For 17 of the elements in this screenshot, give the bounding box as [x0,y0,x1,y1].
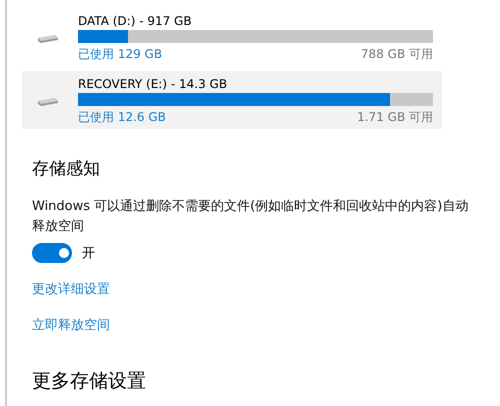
used-space: 已使用 12.6 GB [78,108,166,124]
drive-icon [37,34,59,44]
toggle-label: 开 [82,245,95,262]
drive-name: DATA (D:) - 917 GB [78,12,193,28]
settings-link[interactable]: 更改详细设置 [32,281,110,299]
section-title: 更多存储设置 [31,369,147,393]
free-space: 788 GB 可用 [360,46,433,62]
free-space: 1.71 GB 可用 [357,108,433,124]
settings-link[interactable]: 立即释放空间 [32,317,110,335]
used-space: 已使用 129 GB [78,46,162,62]
toggle-switch[interactable] [32,243,72,263]
section-title: 存储感知 [32,158,101,181]
drive-icon [37,97,59,107]
drive-item[interactable]: DATA (D:) - 917 GB 已使用 129 GB 788 GB 可用 [22,8,442,66]
drive-name: RECOVERY (E:) - 14.3 GB [78,76,228,92]
drive-item[interactable]: RECOVERY (E:) - 14.3 GB 已使用 12.6 GB 1.71 GB 可用 [22,71,442,129]
description: Windows 可以通过删除不需要的文件(例如临时文件和回收站中的内容)自动释放空间 [32,198,470,236]
